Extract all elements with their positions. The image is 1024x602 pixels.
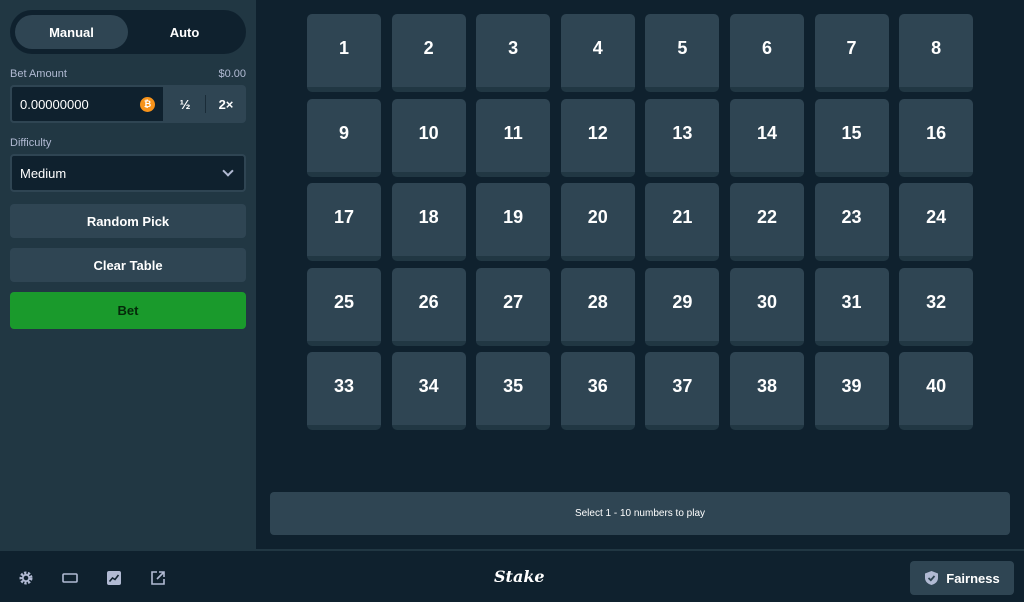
tile-25[interactable]: 25 xyxy=(307,267,381,346)
bet-amount-usd: $0.00 xyxy=(218,68,246,80)
clear-table-button[interactable]: Clear Table xyxy=(10,248,246,282)
tile-17[interactable]: 17 xyxy=(307,183,381,262)
tile-11[interactable]: 11 xyxy=(476,98,551,177)
info-bar: Select 1 - 10 numbers to play xyxy=(270,492,1010,535)
popout-icon[interactable] xyxy=(150,570,166,586)
fairness-label: Fairness xyxy=(946,570,1000,586)
tile-8[interactable]: 8 xyxy=(899,14,974,92)
half-bet-button[interactable]: ½ xyxy=(165,85,205,123)
tile-15[interactable]: 15 xyxy=(814,98,889,177)
stake-logo: Stake xyxy=(494,567,545,586)
tile-16[interactable]: 16 xyxy=(899,98,974,177)
tile-10[interactable]: 10 xyxy=(391,98,466,177)
tile-29[interactable]: 29 xyxy=(645,267,720,346)
tile-38[interactable]: 38 xyxy=(729,352,804,431)
bet-amount-row: ₿ ½ 2× xyxy=(10,85,246,123)
tile-21[interactable]: 21 xyxy=(645,183,720,262)
shield-check-icon xyxy=(925,571,939,585)
tile-grid: 1 2 3 4 5 6 7 8 9 10 11 12 13 14 15 16 17 18 19 20 21 22 23 24 2… xyxy=(307,14,974,431)
tile-30[interactable]: 30 xyxy=(729,267,804,346)
chevron-down-icon xyxy=(222,165,234,177)
tile-40[interactable]: 40 xyxy=(899,352,974,431)
tile-31[interactable]: 31 xyxy=(814,267,889,346)
tile-32[interactable]: 32 xyxy=(899,267,974,346)
difficulty-value: Medium xyxy=(20,165,67,181)
tile-9[interactable]: 9 xyxy=(307,98,381,177)
tile-1[interactable]: 1 xyxy=(307,14,381,92)
tile-18[interactable]: 18 xyxy=(391,183,466,262)
tab-auto[interactable]: Auto xyxy=(128,15,241,49)
bet-amount-field: ₿ xyxy=(10,85,165,123)
tile-2[interactable]: 2 xyxy=(391,14,466,92)
tab-manual[interactable]: Manual xyxy=(15,15,128,49)
bet-button[interactable]: Bet xyxy=(10,292,246,329)
tile-37[interactable]: 37 xyxy=(645,352,720,431)
tile-33[interactable]: 33 xyxy=(307,352,381,431)
tile-7[interactable]: 7 xyxy=(814,14,889,92)
tile-34[interactable]: 34 xyxy=(391,352,466,431)
tile-22[interactable]: 22 xyxy=(729,183,804,262)
difficulty-select[interactable]: Medium xyxy=(10,154,246,192)
tile-36[interactable]: 36 xyxy=(560,352,635,431)
tile-13[interactable]: 13 xyxy=(645,98,720,177)
tile-12[interactable]: 12 xyxy=(560,98,635,177)
tile-14[interactable]: 14 xyxy=(729,98,804,177)
bet-amount-label: Bet Amount xyxy=(10,68,67,80)
tile-28[interactable]: 28 xyxy=(560,267,635,346)
game-board: 1 2 3 4 5 6 7 8 9 10 11 12 13 14 15 16 17 18 19 20 21 22 23 24 2… xyxy=(256,0,1024,549)
tile-27[interactable]: 27 xyxy=(476,267,551,346)
fairness-button[interactable]: Fairness xyxy=(910,561,1014,595)
tile-4[interactable]: 4 xyxy=(560,14,635,92)
tile-6[interactable]: 6 xyxy=(729,14,804,92)
bitcoin-icon: ₿ xyxy=(140,96,155,112)
tile-24[interactable]: 24 xyxy=(899,183,974,262)
info-text: Select 1 - 10 numbers to play xyxy=(574,508,706,519)
double-bet-button[interactable]: 2× xyxy=(206,85,246,123)
tile-23[interactable]: 23 xyxy=(814,183,889,262)
tile-35[interactable]: 35 xyxy=(476,352,551,431)
difficulty-label: Difficulty xyxy=(10,137,52,149)
mode-toggle: Manual Auto xyxy=(10,10,246,54)
random-pick-button[interactable]: Random Pick xyxy=(10,204,246,238)
bet-amount-header: Bet Amount $0.00 xyxy=(10,68,246,80)
sidebar: Manual Auto Bet Amount $0.00 ₿ ½ 2× Diff… xyxy=(0,0,256,549)
tile-39[interactable]: 39 xyxy=(814,352,889,431)
tile-26[interactable]: 26 xyxy=(391,267,466,346)
theatre-mode-icon[interactable] xyxy=(62,570,78,586)
bet-amount-input[interactable] xyxy=(20,96,140,112)
keno-app: Manual Auto Bet Amount $0.00 ₿ ½ 2× Diff… xyxy=(0,0,1024,602)
footer: Stake Fairness xyxy=(0,549,1024,602)
gear-icon[interactable] xyxy=(18,570,34,586)
tile-5[interactable]: 5 xyxy=(645,14,720,92)
tile-20[interactable]: 20 xyxy=(560,183,635,262)
stats-icon[interactable] xyxy=(106,570,122,586)
tile-19[interactable]: 19 xyxy=(476,183,551,262)
tile-3[interactable]: 3 xyxy=(476,14,551,92)
